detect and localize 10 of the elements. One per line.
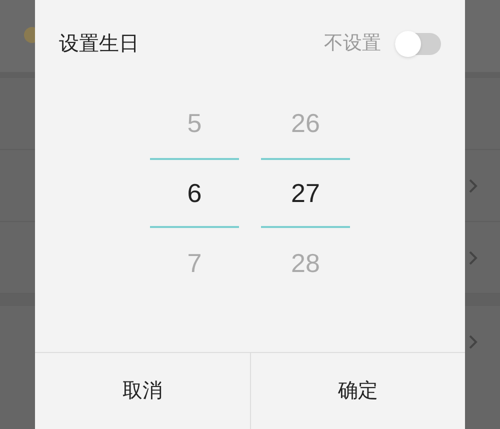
picker-value[interactable]: 6 [187,174,202,212]
chevron-right-icon [468,178,478,192]
picker-value[interactable]: 27 [291,174,320,212]
chevron-right-icon [468,335,478,349]
toggle-label: 不设置 [324,32,381,56]
toggle-switch[interactable] [395,33,441,55]
chevron-right-icon [468,250,478,264]
dialog-button[interactable]: 取消 [35,353,250,429]
dialog-button[interactable]: 确定 [250,353,465,429]
dialog-title: 设置生日 [59,32,139,57]
